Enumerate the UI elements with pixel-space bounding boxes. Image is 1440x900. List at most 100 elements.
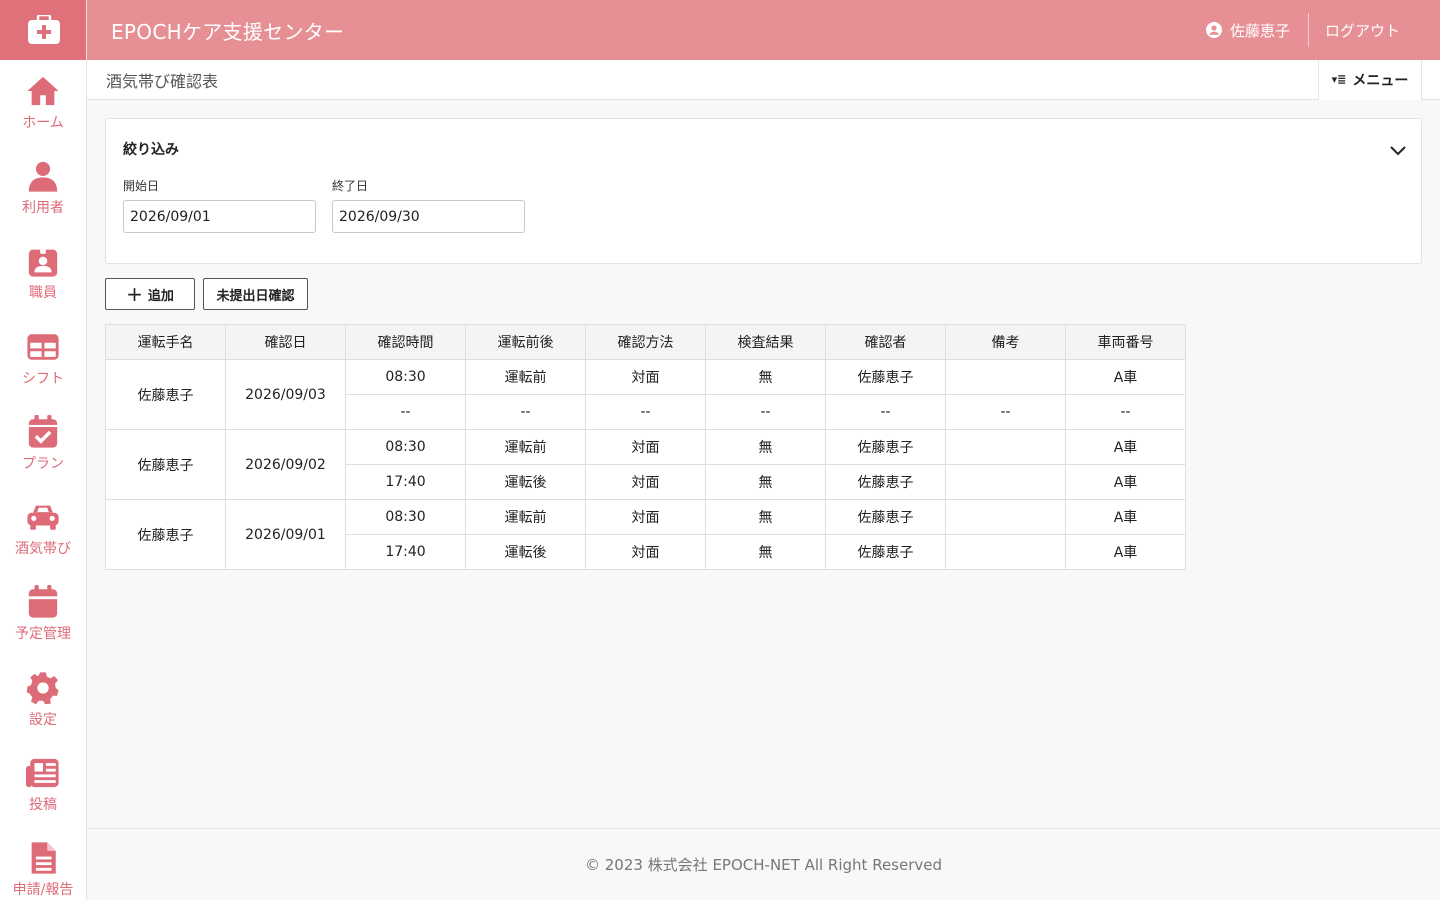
- sidebar-item-settings[interactable]: 設定: [0, 657, 86, 742]
- table-cell: 運転後: [465, 534, 586, 570]
- user-circle-icon: [1205, 22, 1222, 38]
- table-cell: 佐藤恵子: [825, 359, 946, 395]
- table-cell: 08:30: [345, 429, 466, 465]
- table-cell: --: [825, 394, 946, 430]
- gear-icon: [26, 672, 59, 705]
- table-row[interactable]: 佐藤恵子 2026/09/03 08:30 運転前 対面 無 佐藤恵子 A車: [105, 359, 1186, 430]
- add-button[interactable]: + 追加: [105, 278, 195, 310]
- table-cell: 対面: [585, 429, 706, 465]
- table-cell: [945, 429, 1066, 465]
- user-icon: [28, 161, 58, 192]
- table-cell: A車: [1065, 359, 1186, 395]
- document-icon: [31, 842, 56, 874]
- menu-list-icon: ▾≣: [1331, 73, 1347, 86]
- sidebar-item-label: ホーム: [22, 114, 64, 131]
- table-cell: A車: [1065, 464, 1186, 500]
- table-row[interactable]: 佐藤恵子 2026/09/02 08:30 運転前 対面 無 佐藤恵子 A車: [105, 429, 1186, 500]
- table-cell: A車: [1065, 499, 1186, 535]
- end-date-label: 終了日: [332, 179, 369, 193]
- sidebar-item-shift[interactable]: シフト: [0, 316, 86, 401]
- sidebar-item-label: 設定: [29, 711, 57, 728]
- column-header: 検査結果: [705, 324, 826, 360]
- check-date-cell: 2026/09/02: [225, 429, 346, 500]
- table-cell: 17:40: [345, 464, 466, 500]
- check-date-cell: 2026/09/03: [225, 359, 346, 430]
- table-cell: 対面: [585, 499, 706, 535]
- sidebar-item-label: 申請/報告: [12, 882, 74, 899]
- logout-button[interactable]: ログアウト: [1309, 20, 1440, 41]
- sidebar-item-label: 職員: [29, 285, 57, 302]
- staff-badge-icon: [28, 245, 58, 277]
- table-cell: 無: [705, 534, 826, 570]
- newspaper-icon: [26, 758, 59, 788]
- table-cell: 対面: [585, 534, 706, 570]
- table-cell: 無: [705, 359, 826, 395]
- sidebar-item-alcohol-check[interactable]: 酒気帯び: [0, 486, 86, 571]
- app-title: EPOCHケア支援センター: [111, 19, 345, 44]
- table-cell: 佐藤恵子: [825, 499, 946, 535]
- start-date-field: 開始日: [123, 177, 316, 233]
- home-icon: [27, 76, 59, 105]
- column-header: 確認者: [825, 324, 946, 360]
- sidebar-item-home[interactable]: ホーム: [0, 60, 86, 145]
- table-cell: 対面: [585, 464, 706, 500]
- check-date-cell: 2026/09/01: [225, 499, 346, 570]
- driver-name-cell: 佐藤恵子: [105, 499, 226, 570]
- sidebar-item-label: プラン: [22, 455, 64, 472]
- header-right: 佐藤恵子 ログアウト: [1188, 0, 1440, 60]
- unsubmitted-dates-button[interactable]: 未提出日確認: [203, 278, 308, 310]
- sidebar-item-staff[interactable]: 職員: [0, 231, 86, 316]
- table-cell: [945, 464, 1066, 500]
- end-date-input[interactable]: [332, 200, 525, 233]
- table-cell: 08:30: [345, 499, 466, 535]
- app-logo[interactable]: [0, 0, 86, 60]
- calendar-check-icon: [28, 414, 58, 448]
- end-date-field: 終了日: [332, 177, 525, 233]
- menu-button[interactable]: ▾≣ メニュー: [1318, 59, 1422, 100]
- column-header: 確認時間: [345, 324, 466, 360]
- table-cell: --: [705, 394, 826, 430]
- column-header: 確認日: [225, 324, 346, 360]
- calendar-icon: [28, 585, 58, 619]
- sidebar-item-label: 酒気帯び: [15, 541, 71, 558]
- table-cell: 無: [705, 429, 826, 465]
- unsubmitted-dates-label: 未提出日確認: [216, 288, 295, 304]
- table-cell: 運転前: [465, 429, 586, 465]
- table-cell: A車: [1065, 429, 1186, 465]
- sidebar-item-plan[interactable]: プラン: [0, 401, 86, 486]
- table-cell: 無: [705, 464, 826, 500]
- page-titlebar: 酒気帯び確認表 ▾≣ メニュー: [87, 59, 1440, 100]
- column-header: 車両番号: [1065, 324, 1186, 360]
- copyright-text: © 2023 株式会社 EPOCH-NET All Right Reserved: [584, 856, 943, 874]
- table-grid-icon: [27, 333, 59, 360]
- table-cell: 17:40: [345, 534, 466, 570]
- table-cell: --: [1065, 394, 1186, 430]
- table-cell: 佐藤恵子: [825, 464, 946, 500]
- footer: © 2023 株式会社 EPOCH-NET All Right Reserved: [87, 828, 1440, 900]
- table-header-row: 運転手名 確認日 確認時間 運転前後 確認方法 検査結果 確認者 備考 車両番号: [105, 324, 1186, 360]
- sidebar-item-schedule[interactable]: 予定管理: [0, 572, 86, 657]
- chevron-down-icon[interactable]: [1389, 141, 1407, 159]
- driver-name-cell: 佐藤恵子: [105, 359, 226, 430]
- column-header: 運転手名: [105, 324, 226, 360]
- sidebar-item-label: 予定管理: [15, 626, 71, 643]
- sidebar-item-reports[interactable]: 申請/報告: [0, 828, 86, 900]
- user-name: 佐藤恵子: [1229, 21, 1290, 40]
- sidebar-item-users[interactable]: 利用者: [0, 145, 86, 230]
- table-cell: 佐藤恵子: [825, 534, 946, 570]
- table-cell: --: [465, 394, 586, 430]
- plus-icon: +: [126, 282, 143, 306]
- sidebar: ホーム 利用者 職員 シフト プラン 酒気帯び 予定管理 設定 投稿 申請/報告: [0, 0, 87, 900]
- add-button-label: 追加: [147, 288, 174, 304]
- table-row[interactable]: 佐藤恵子 2026/09/01 08:30 運転前 対面 無 佐藤恵子 A車: [105, 499, 1186, 570]
- table-cell: [945, 499, 1066, 535]
- current-user[interactable]: 佐藤恵子: [1188, 20, 1308, 41]
- column-header: 運転前後: [465, 324, 586, 360]
- alcohol-check-table: 運転手名 確認日 確認時間 運転前後 確認方法 検査結果 確認者 備考 車両番号…: [105, 324, 1186, 570]
- table-cell: --: [585, 394, 706, 430]
- menu-button-label: メニュー: [1352, 72, 1409, 89]
- start-date-input[interactable]: [123, 200, 316, 233]
- table-cell: A車: [1065, 534, 1186, 570]
- column-header: 備考: [945, 324, 1066, 360]
- sidebar-item-posts[interactable]: 投稿: [0, 742, 86, 827]
